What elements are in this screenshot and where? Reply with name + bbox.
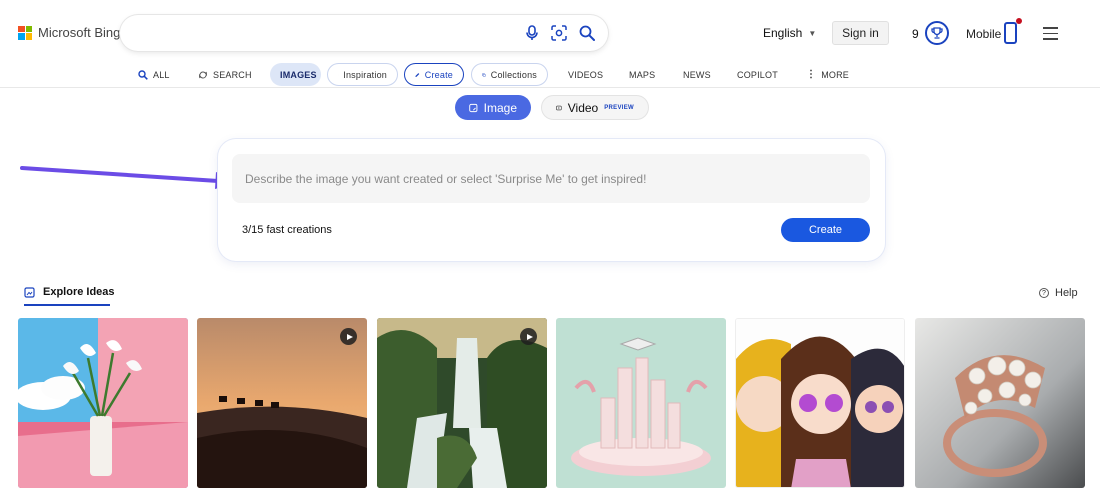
graduation-city-image xyxy=(556,318,726,488)
tab-label: MAPS xyxy=(629,69,656,80)
tab-label: Collections xyxy=(490,69,537,80)
create-button[interactable]: Create xyxy=(781,218,870,242)
mobile-label[interactable]: Mobile xyxy=(966,27,1001,41)
search-icon xyxy=(138,69,148,80)
tab-label: MORE xyxy=(821,69,850,80)
rewards-points[interactable]: 9 xyxy=(912,27,919,41)
calla-lilies-image xyxy=(18,318,188,488)
idea-tile-waterfall[interactable] xyxy=(377,318,547,488)
tab-images[interactable]: IMAGES xyxy=(270,63,321,86)
explore-icon xyxy=(24,286,35,298)
video-play-icon[interactable] xyxy=(520,328,537,345)
hamburger-menu-icon[interactable] xyxy=(1043,27,1058,44)
search-box[interactable] xyxy=(120,15,608,51)
tab-collections[interactable]: Collections xyxy=(471,63,548,86)
tab-label: IMAGES xyxy=(280,69,317,80)
image-mode-button[interactable]: Image xyxy=(455,95,531,120)
video-icon xyxy=(556,105,562,110)
visual-search-icon[interactable] xyxy=(549,23,569,43)
explore-ideas-tab[interactable]: Explore Ideas xyxy=(24,286,115,298)
tab-videos[interactable]: VIDEOS xyxy=(558,63,613,86)
waterfall-image xyxy=(377,318,547,488)
preview-badge: PREVIEW xyxy=(604,104,634,111)
fast-creations-counter: 3/15 fast creations xyxy=(242,224,332,236)
more-icon: ⋮ xyxy=(806,69,817,80)
image-creator-card: 3/15 fast creations Create xyxy=(218,139,885,261)
tab-copilot[interactable]: COPILOT xyxy=(727,63,788,86)
tab-label: Inspiration xyxy=(343,69,387,80)
tab-create[interactable]: Create xyxy=(404,63,464,86)
explore-title: Explore Ideas xyxy=(43,286,115,298)
tab-label: Create xyxy=(424,69,453,80)
tab-label: COPILOT xyxy=(737,69,778,80)
help-icon: ? xyxy=(1039,288,1049,298)
tab-news[interactable]: NEWS xyxy=(673,63,721,86)
image-icon xyxy=(469,103,478,112)
search-icon[interactable] xyxy=(577,23,597,43)
annotation-arrow-icon xyxy=(20,166,240,189)
sign-in-button[interactable]: Sign in xyxy=(832,21,889,45)
microsoft-logo-icon xyxy=(18,25,32,40)
tab-label: SEARCH xyxy=(213,69,252,80)
chevron-down-icon: ▼ xyxy=(808,28,817,38)
video-mode-label: Video xyxy=(567,100,599,115)
help-label: Help xyxy=(1055,287,1078,299)
active-tab-underline xyxy=(24,304,110,306)
create-icon xyxy=(415,72,420,77)
brand-name: Microsoft Bing xyxy=(38,25,121,40)
tab-label: ALL xyxy=(153,69,170,80)
scope-nav: ALL SEARCH IMAGES Inspiration Create Col… xyxy=(0,60,1100,88)
bing-logo[interactable]: Microsoft Bing xyxy=(18,25,120,40)
tab-all[interactable]: ALL xyxy=(128,63,180,86)
tab-label: VIDEOS xyxy=(568,69,604,80)
idea-tile-pearl-ring[interactable] xyxy=(915,318,1085,488)
image-mode-label: Image xyxy=(483,100,517,115)
tab-inspiration[interactable]: Inspiration xyxy=(327,63,398,86)
pearl-ring-image xyxy=(915,318,1085,488)
anime-characters-image xyxy=(736,319,904,487)
idea-tile-desert-camels[interactable] xyxy=(197,318,367,488)
copilot-icon xyxy=(198,70,208,79)
mobile-phone-icon[interactable] xyxy=(1004,22,1017,44)
prompt-input[interactable] xyxy=(232,154,870,203)
tab-search[interactable]: SEARCH xyxy=(188,63,262,86)
tab-label: NEWS xyxy=(683,69,711,80)
video-play-icon[interactable] xyxy=(340,328,357,345)
idea-tile-graduation-city[interactable] xyxy=(556,318,726,488)
language-label: English xyxy=(763,26,803,40)
help-link[interactable]: ? Help xyxy=(1039,287,1078,299)
tab-maps[interactable]: MAPS xyxy=(619,63,665,86)
microphone-icon[interactable] xyxy=(522,23,542,43)
rewards-trophy-icon[interactable] xyxy=(925,21,949,45)
video-mode-button[interactable]: Video PREVIEW xyxy=(541,95,649,120)
idea-tile-calla-lilies[interactable] xyxy=(18,318,188,488)
idea-tile-anime-characters[interactable] xyxy=(735,318,905,488)
language-selector[interactable]: English ▼ xyxy=(763,26,816,40)
tab-more[interactable]: ⋮ MORE xyxy=(796,63,859,86)
notification-dot xyxy=(1016,18,1022,24)
collections-icon xyxy=(482,72,486,77)
desert-sunset-image xyxy=(197,318,367,488)
